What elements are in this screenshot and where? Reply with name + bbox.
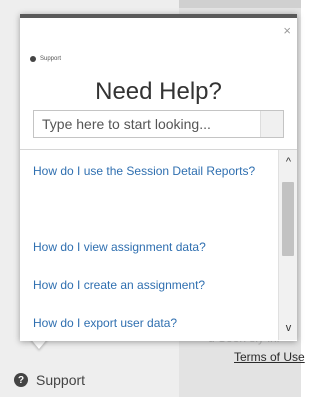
support-brand-label: Support	[40, 56, 62, 62]
main-top-strip	[179, 0, 301, 8]
help-popup: × Support Need Help? How do I use the Se…	[20, 14, 297, 341]
support-footer-item[interactable]: ? Support	[14, 372, 85, 388]
popup-title: Need Help?	[95, 78, 222, 105]
close-button[interactable]: ×	[283, 24, 291, 37]
question-circle-icon: ?	[14, 373, 28, 387]
scroll-thumb[interactable]	[282, 182, 294, 256]
support-brand-icon	[30, 56, 36, 62]
search-side-panel	[260, 111, 283, 137]
results-scrollbar[interactable]: ^ v	[278, 150, 297, 340]
search-input[interactable]	[34, 112, 260, 136]
help-results-list: How do I use the Session Detail Reports?…	[20, 149, 297, 340]
scroll-up-icon[interactable]: ^	[279, 154, 297, 170]
support-footer-label: Support	[36, 372, 86, 388]
help-result-create-assignment[interactable]: How do I create an assignment?	[33, 272, 269, 298]
support-brand: Support	[30, 56, 61, 62]
help-result-session-reports[interactable]: How do I use the Session Detail Reports?	[33, 158, 269, 184]
search-box	[33, 110, 284, 138]
terms-of-use-link[interactable]: Terms of Use	[234, 350, 305, 364]
help-result-view-assignment[interactable]: How do I view assignment data?	[33, 234, 269, 260]
scroll-down-icon[interactable]: v	[279, 320, 297, 336]
help-result-export-user[interactable]: How do I export user data?	[33, 310, 269, 336]
